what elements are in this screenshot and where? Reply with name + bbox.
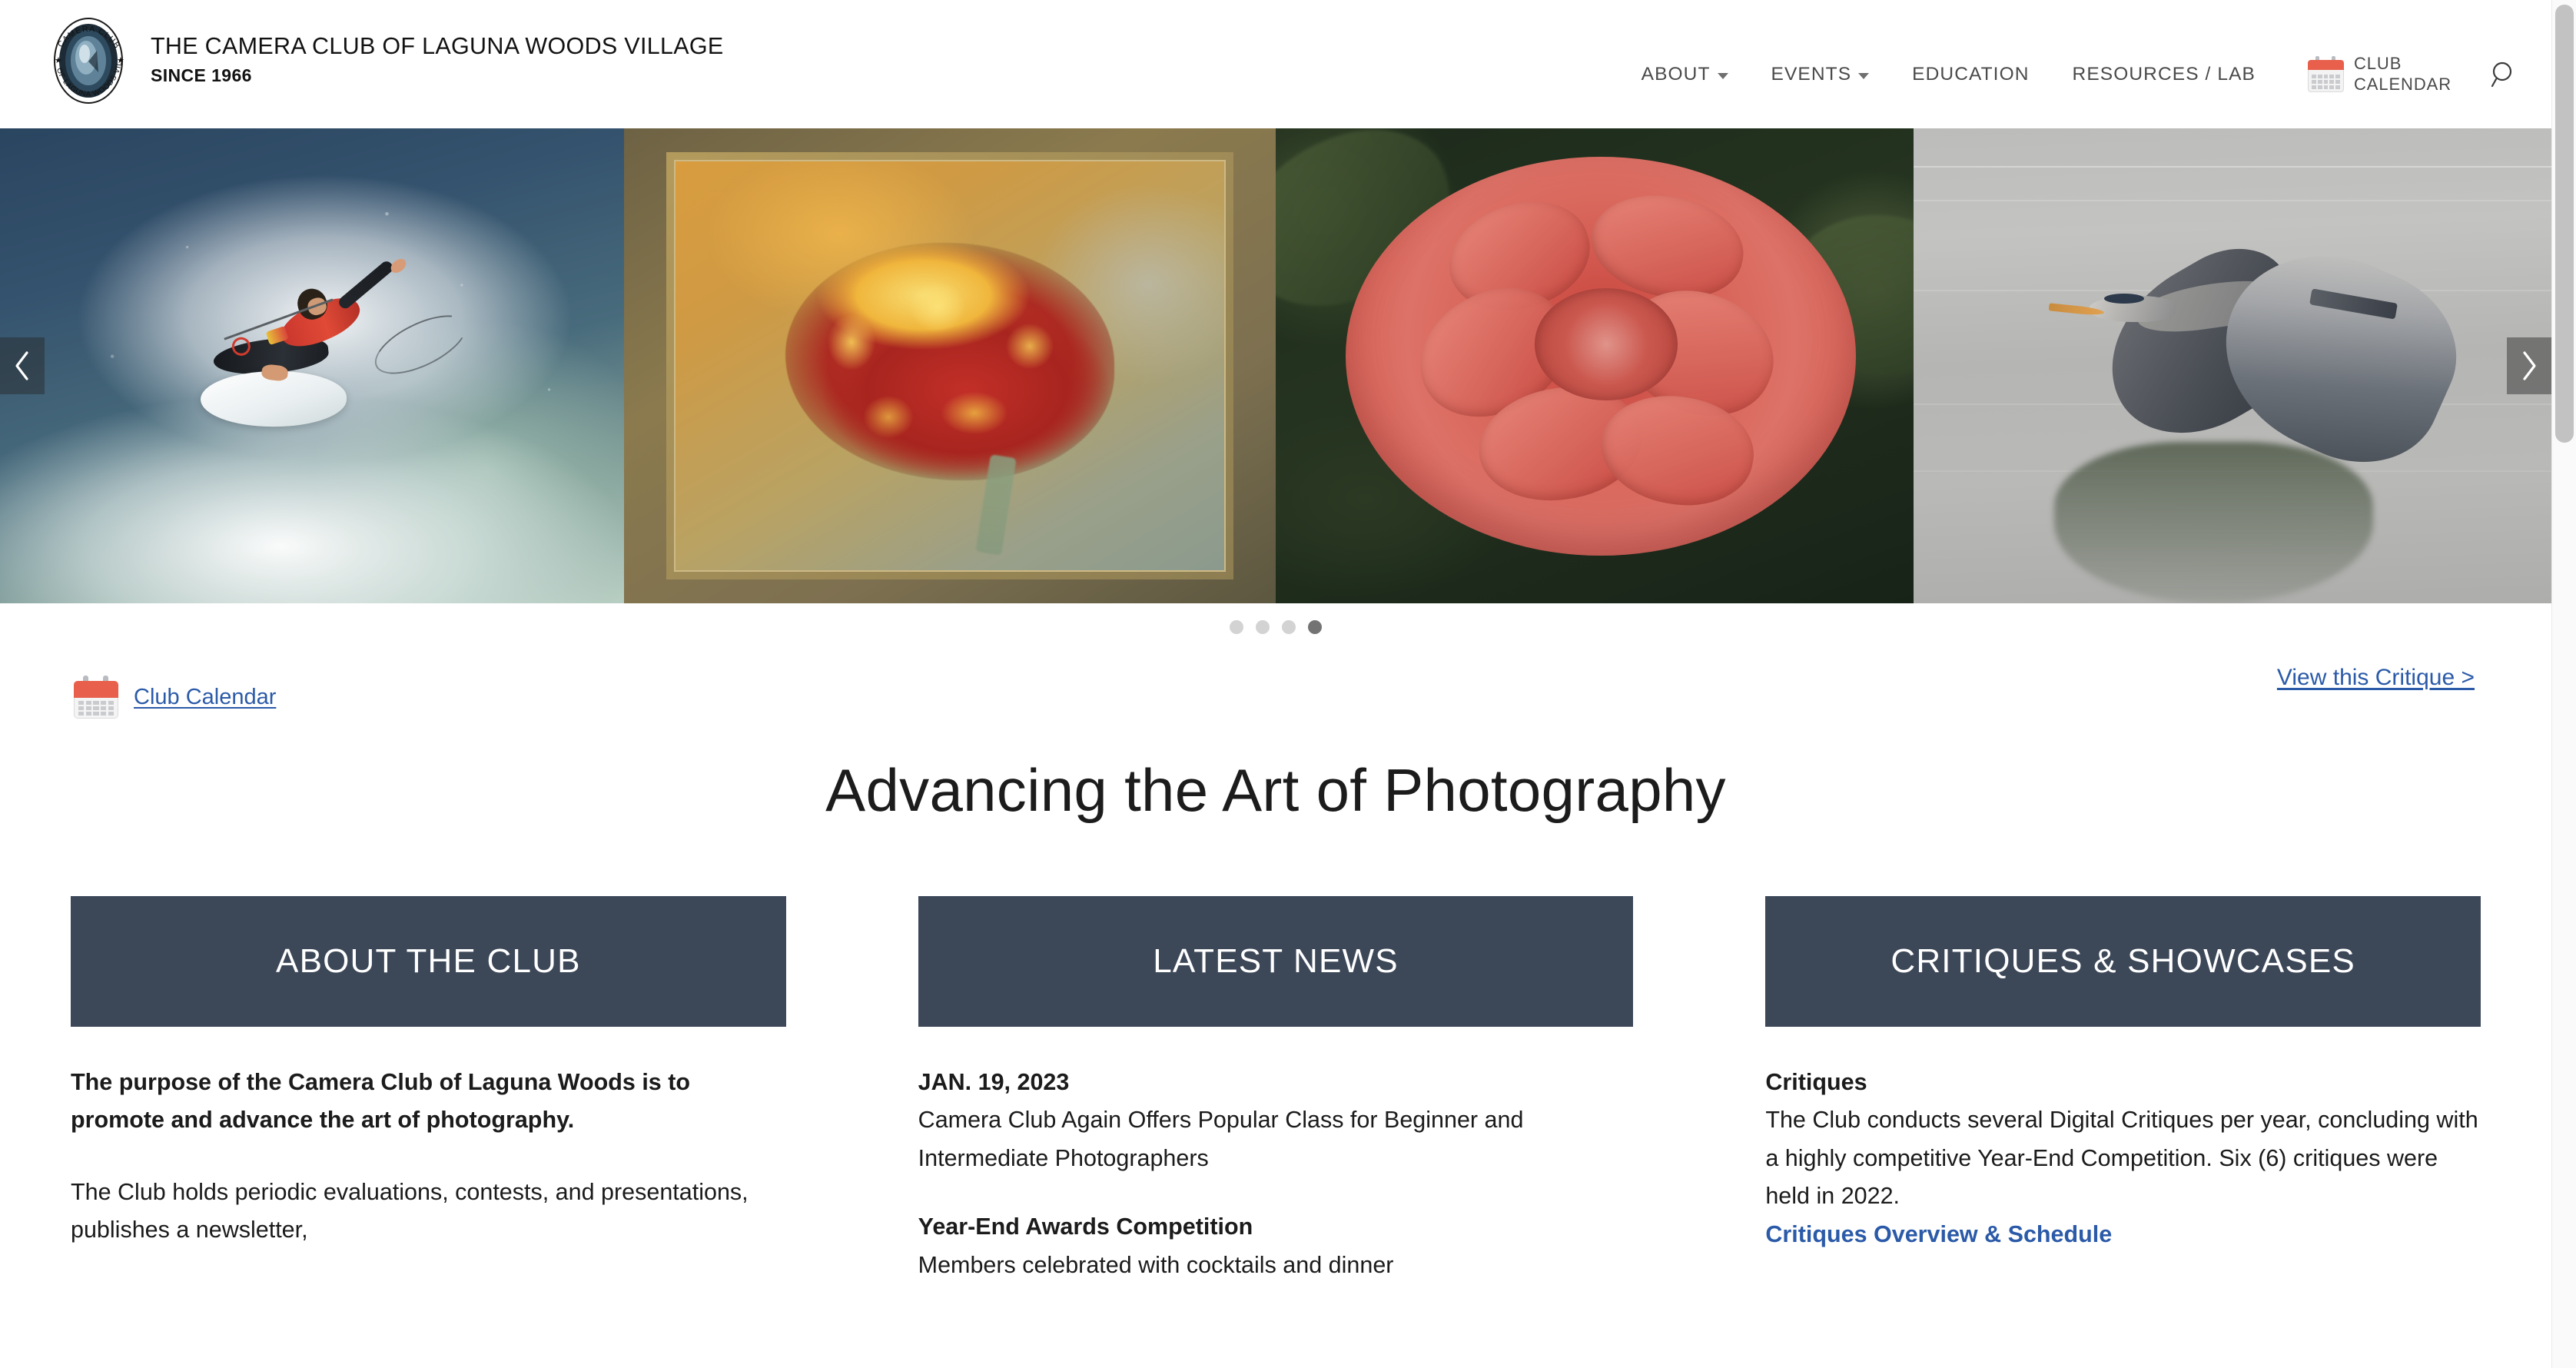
carousel-slide-surfer[interactable]	[0, 128, 624, 603]
site-header: CAMERA CLUB OF LAGUNA WOODS VILLAGE ★ ★ …	[0, 0, 2551, 128]
carousel-dot-1[interactable]	[1230, 620, 1243, 634]
hero-carousel[interactable]	[0, 128, 2551, 603]
column-latest-news: LATEST NEWS JAN. 19, 2023 Camera Club Ag…	[918, 896, 1634, 1284]
main-navigation: ABOUT EVENTS EDUCATION RESOURCES / LAB C…	[1620, 54, 2521, 95]
nav-item-club-calendar[interactable]: CLUB CALENDAR	[2277, 54, 2464, 95]
page-root: CAMERA CLUB OF LAGUNA WOODS VILLAGE ★ ★ …	[0, 0, 2551, 1368]
site-tagline: SINCE 1966	[151, 65, 252, 86]
nav-label-resources: RESOURCES / LAB	[2072, 63, 2256, 85]
svg-text:★: ★	[117, 56, 124, 65]
nav-calendar-line2: CALENDAR	[2353, 74, 2452, 94]
chevron-down-icon	[1717, 72, 1728, 79]
news-story-1[interactable]: Camera Club Again Offers Popular Class f…	[918, 1101, 1634, 1177]
carousel-slide-begonia[interactable]	[1276, 128, 1914, 603]
news-date: JAN. 19, 2023	[918, 1069, 1070, 1095]
nav-calendar-label: CLUB CALENDAR	[2354, 54, 2452, 95]
svg-text:★: ★	[55, 56, 62, 65]
search-icon	[2491, 61, 2512, 87]
news-story-2: Members celebrated with cocktails and di…	[918, 1251, 1394, 1278]
carousel-slide-marigold[interactable]	[624, 128, 1276, 603]
column-about-the-club: ABOUT THE CLUB The purpose of the Camera…	[71, 896, 786, 1284]
critiques-subheading: Critiques	[1765, 1069, 1867, 1095]
nav-item-events[interactable]: EVENTS	[1750, 64, 1891, 85]
site-title: THE CAMERA CLUB OF LAGUNA WOODS VILLAGE	[151, 33, 724, 60]
club-logo-icon: CAMERA CLUB OF LAGUNA WOODS VILLAGE ★ ★	[40, 9, 134, 106]
carousel-dot-4[interactable]	[1308, 620, 1322, 634]
news-subheading: Year-End Awards Competition	[918, 1214, 1253, 1240]
nav-item-resources-lab[interactable]: RESOURCES / LAB	[2051, 64, 2277, 85]
column-heading-critiques: CRITIQUES & SHOWCASES	[1765, 896, 2481, 1027]
chevron-right-icon	[2523, 351, 2536, 380]
nav-item-about[interactable]: ABOUT	[1620, 64, 1750, 85]
about-paragraph: The Club holds periodic evaluations, con…	[71, 1178, 749, 1243]
nav-label-education: EDUCATION	[1912, 63, 2030, 85]
view-critique-link[interactable]: View this Critique >	[2277, 665, 2475, 691]
nav-label-events: EVENTS	[1771, 63, 1852, 85]
carousel-next-button[interactable]	[2507, 337, 2551, 394]
nav-label-about: ABOUT	[1641, 63, 1711, 85]
column-body-news: JAN. 19, 2023 Camera Club Again Offers P…	[918, 1027, 1634, 1284]
chevron-left-icon	[15, 351, 28, 380]
calendar-icon	[2307, 56, 2344, 93]
critiques-overview-link[interactable]: Critiques Overview & Schedule	[1765, 1216, 2481, 1253]
carousel-dot-3[interactable]	[1282, 620, 1296, 634]
club-calendar-link[interactable]: Club Calendar	[74, 676, 276, 719]
carousel-slide-heron[interactable]	[1914, 128, 2551, 603]
content-columns: ABOUT THE CLUB The purpose of the Camera…	[0, 896, 2551, 1284]
brand-block[interactable]: CAMERA CLUB OF LAGUNA WOODS VILLAGE ★ ★ …	[40, 9, 724, 106]
nav-item-education[interactable]: EDUCATION	[1891, 64, 2050, 85]
about-lead-text: The purpose of the Camera Club of Laguna…	[71, 1069, 691, 1134]
brand-text: THE CAMERA CLUB OF LAGUNA WOODS VILLAGE …	[151, 33, 724, 88]
carousel-dots	[0, 603, 2551, 651]
carousel-prev-button[interactable]	[0, 337, 45, 394]
column-body-critiques: Critiques The Club conducts several Digi…	[1765, 1027, 2481, 1253]
search-button[interactable]	[2487, 58, 2521, 91]
club-calendar-link-label: Club Calendar	[134, 684, 277, 709]
column-heading-news: LATEST NEWS	[918, 896, 1634, 1027]
column-heading-about: ABOUT THE CLUB	[71, 896, 786, 1027]
utility-link-row: Club Calendar View this Critique >	[0, 651, 2551, 725]
calendar-icon	[74, 676, 118, 719]
column-body-about: The purpose of the Camera Club of Laguna…	[71, 1027, 786, 1250]
page-scrollbar[interactable]	[2551, 0, 2576, 1368]
critiques-paragraph: The Club conducts several Digital Critiq…	[1765, 1107, 2478, 1210]
chevron-down-icon	[1858, 72, 1870, 79]
carousel-dot-2[interactable]	[1256, 620, 1270, 634]
nav-calendar-line1: CLUB	[2353, 54, 2402, 73]
scrollbar-thumb[interactable]	[2555, 5, 2574, 443]
page-title: Advancing the Art of Photography	[825, 756, 1726, 824]
column-critiques-showcases: CRITIQUES & SHOWCASES Critiques The Club…	[1765, 896, 2481, 1284]
